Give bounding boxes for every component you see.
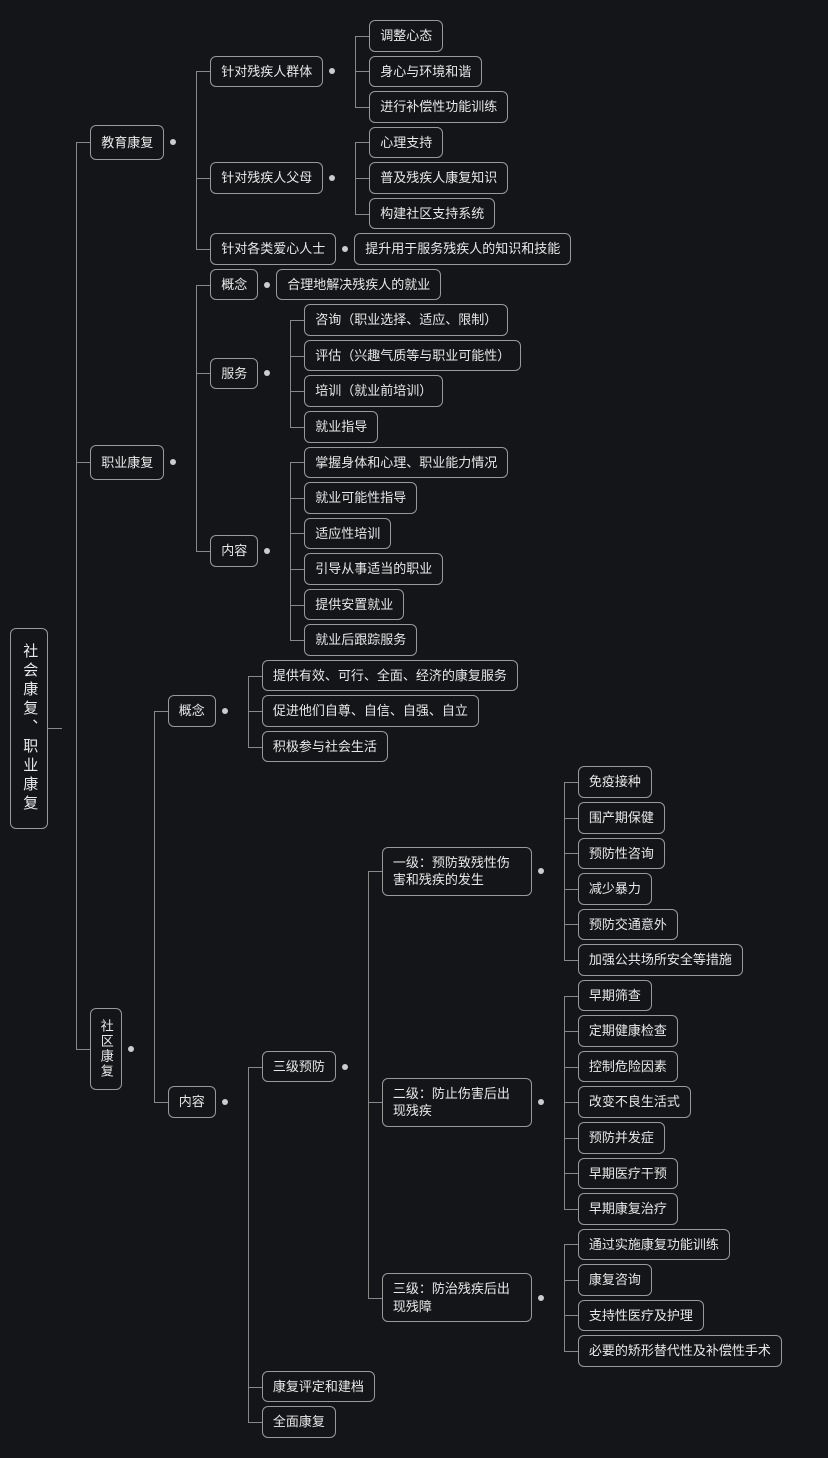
leaf[interactable]: 预防性咨询	[578, 838, 665, 870]
leaf[interactable]: 全面康复	[262, 1406, 336, 1438]
expand-dot[interactable]	[264, 548, 270, 554]
leaf[interactable]: 就业指导	[304, 411, 378, 443]
leaf[interactable]: 提供安置就业	[304, 589, 404, 621]
expand-dot[interactable]	[538, 868, 544, 874]
leaf[interactable]: 普及残疾人康复知识	[369, 162, 508, 194]
node-content[interactable]: 内容	[210, 535, 258, 567]
branch-education: 教育康复 针对残疾人群体 调整心态 身心与环境和谐 进行补偿性功能训练 针对残疾…	[76, 20, 782, 265]
node-level1[interactable]: 一级：预防致残性伤害和残疾的发生	[382, 847, 532, 896]
node-community[interactable]: 社区康复	[90, 1008, 122, 1090]
expand-dot[interactable]	[264, 370, 270, 376]
branch-vocational: 职业康复 概念 合理地解决残疾人的就业 服务 咨询（职业选择、适应、限制） 评估…	[76, 269, 782, 656]
leaf[interactable]: 早期康复治疗	[578, 1193, 678, 1225]
leaf[interactable]: 康复评定和建档	[262, 1371, 375, 1403]
leaf[interactable]: 围产期保健	[578, 802, 665, 834]
leaf[interactable]: 预防并发症	[578, 1122, 665, 1154]
root-node[interactable]: 社会康复、职业康复	[10, 628, 48, 829]
branch-community: 社区康复 概念 提供有效、可行、全面、经济的康复服务 促进他们自尊、自信、自强、…	[76, 660, 782, 1438]
leaf[interactable]: 免疫接种	[578, 766, 652, 798]
leaf[interactable]: 培训（就业前培训）	[304, 375, 443, 407]
expand-dot[interactable]	[538, 1295, 544, 1301]
leaf[interactable]: 早期医疗干预	[578, 1158, 678, 1190]
expand-dot[interactable]	[128, 1046, 134, 1052]
node-community-concept[interactable]: 概念	[168, 695, 216, 727]
leaf[interactable]: 提升用于服务残疾人的知识和技能	[354, 233, 571, 265]
node-vocational[interactable]: 职业康复	[90, 445, 164, 481]
root-children: 教育康复 针对残疾人群体 调整心态 身心与环境和谐 进行补偿性功能训练 针对残疾…	[76, 20, 782, 1438]
node-level3[interactable]: 三级：防治残疾后出现残障	[382, 1273, 532, 1322]
leaf[interactable]: 改变不良生活式	[578, 1086, 691, 1118]
leaf[interactable]: 提供有效、可行、全面、经济的康复服务	[262, 660, 518, 692]
leaf[interactable]: 就业后跟踪服务	[304, 624, 417, 656]
expand-dot[interactable]	[222, 1099, 228, 1105]
leaf[interactable]: 合理地解决残疾人的就业	[276, 269, 441, 301]
expand-dot[interactable]	[170, 459, 176, 465]
node-community-content[interactable]: 内容	[168, 1086, 216, 1118]
leaf[interactable]: 康复咨询	[578, 1264, 652, 1296]
node-disabled-group[interactable]: 针对残疾人群体	[210, 56, 323, 88]
expand-dot[interactable]	[329, 68, 335, 74]
node-service[interactable]: 服务	[210, 358, 258, 390]
leaf[interactable]: 控制危险因素	[578, 1051, 678, 1083]
leaf[interactable]: 进行补偿性功能训练	[369, 91, 508, 123]
leaf[interactable]: 引导从事适当的职业	[304, 553, 443, 585]
leaf[interactable]: 预防交通意外	[578, 909, 678, 941]
node-three-level[interactable]: 三级预防	[262, 1051, 336, 1083]
expand-dot[interactable]	[170, 139, 176, 145]
node-concept[interactable]: 概念	[210, 269, 258, 301]
leaf[interactable]: 身心与环境和谐	[369, 56, 482, 88]
leaf[interactable]: 积极参与社会生活	[262, 731, 388, 763]
leaf[interactable]: 定期健康检查	[578, 1015, 678, 1047]
leaf[interactable]: 加强公共场所安全等措施	[578, 944, 743, 976]
mindmap-root: 社会康复、职业康复 教育康复 针对残疾人群体 调整心态 身心与环境和谐 进行补偿…	[10, 20, 818, 1438]
expand-dot[interactable]	[222, 708, 228, 714]
expand-dot[interactable]	[342, 246, 348, 252]
node-level2[interactable]: 二级：防止伤害后出现残疾	[382, 1078, 532, 1127]
leaf[interactable]: 就业可能性指导	[304, 482, 417, 514]
leaf[interactable]: 适应性培训	[304, 518, 391, 550]
expand-dot[interactable]	[342, 1064, 348, 1070]
node-volunteers[interactable]: 针对各类爱心人士	[210, 233, 336, 265]
node-education[interactable]: 教育康复	[90, 125, 164, 161]
expand-dot[interactable]	[538, 1099, 544, 1105]
leaf[interactable]: 掌握身体和心理、职业能力情况	[304, 447, 508, 479]
leaf[interactable]: 评估（兴趣气质等与职业可能性）	[304, 340, 521, 372]
node-parents[interactable]: 针对残疾人父母	[210, 162, 323, 194]
leaf[interactable]: 心理支持	[369, 127, 443, 159]
leaf[interactable]: 早期筛查	[578, 980, 652, 1012]
leaf[interactable]: 促进他们自尊、自信、自强、自立	[262, 695, 479, 727]
leaf[interactable]: 调整心态	[369, 20, 443, 52]
expand-dot[interactable]	[329, 175, 335, 181]
leaf[interactable]: 构建社区支持系统	[369, 198, 495, 230]
leaf[interactable]: 咨询（职业选择、适应、限制）	[304, 304, 508, 336]
leaf[interactable]: 必要的矫形替代性及补偿性手术	[578, 1335, 782, 1367]
leaf[interactable]: 减少暴力	[578, 873, 652, 905]
expand-dot[interactable]	[264, 282, 270, 288]
leaf[interactable]: 通过实施康复功能训练	[578, 1229, 730, 1261]
